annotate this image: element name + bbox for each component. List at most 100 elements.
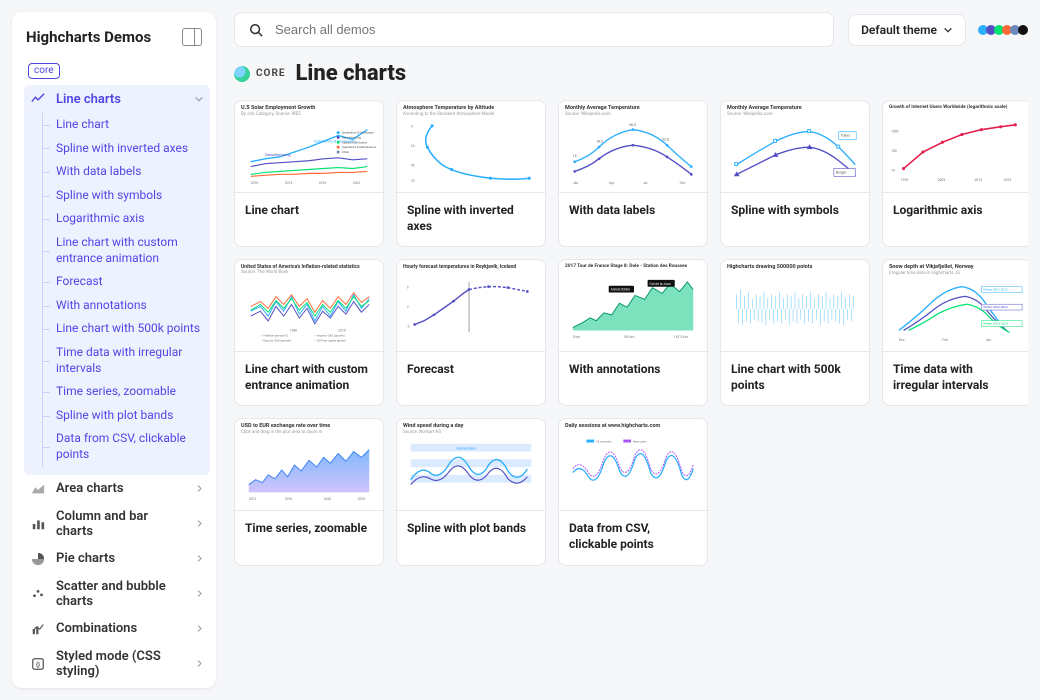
pie-chart-icon bbox=[30, 551, 46, 567]
sidebar-item-line-chart[interactable]: Line chart bbox=[24, 113, 210, 137]
card-thumb: USD to EUR exchange rate over time Click… bbox=[235, 419, 383, 511]
sidebar-category-area-charts[interactable]: Area charts bbox=[24, 475, 210, 503]
chevron-down-icon bbox=[194, 94, 204, 104]
card-500k[interactable]: Highcharts drawing 500000 points Line ch… bbox=[720, 259, 870, 406]
svg-text:Installation & Developers: Installation & Developers bbox=[342, 131, 374, 135]
sidebar-item-plot-bands[interactable]: Spline with plot bands bbox=[24, 404, 210, 428]
svg-text:Tokyo: Tokyo bbox=[841, 133, 850, 137]
card-label: Spline with symbols bbox=[721, 193, 869, 237]
sidebar-category-label: Pie charts bbox=[56, 551, 115, 566]
card-thumb: Hourly forecast temperatures in Reykjaví… bbox=[397, 260, 545, 352]
card-label: Forecast bbox=[397, 352, 545, 396]
sidebar-item-data-labels[interactable]: With data labels bbox=[24, 160, 210, 184]
svg-text:Apr: Apr bbox=[609, 181, 615, 185]
card-label: Line chart with custom entrance animatio… bbox=[235, 352, 383, 405]
card-thumb: 2017 Tour de France Stage 8: Dole - Stat… bbox=[559, 260, 707, 352]
svg-text:2020: 2020 bbox=[324, 497, 332, 501]
card-thumb: United States of America's Inflation-rel… bbox=[235, 260, 383, 352]
chevron-right-icon bbox=[195, 554, 204, 563]
card-label: Logarithmic axis bbox=[883, 193, 1028, 237]
sidebar-category-scatter[interactable]: Scatter and bubble charts bbox=[24, 573, 210, 615]
card-spline-inverted[interactable]: Atmosphere Temperature by Altitude Accor… bbox=[396, 100, 546, 247]
sidebar: Highcharts Demos core Line charts Line c… bbox=[12, 12, 216, 688]
sidebar-item-500k[interactable]: Line chart with 500k points bbox=[24, 317, 210, 341]
sidebar-category-pie[interactable]: Pie charts bbox=[24, 545, 210, 573]
sidebar-item-forecast[interactable]: Forecast bbox=[24, 270, 210, 294]
palette-swatch[interactable] bbox=[1018, 25, 1028, 35]
svg-text:26.5: 26.5 bbox=[629, 123, 636, 127]
svg-text:Winter 2022-2023: Winter 2022-2023 bbox=[983, 305, 1008, 309]
svg-text:100 km: 100 km bbox=[623, 335, 634, 339]
search-box[interactable] bbox=[234, 12, 834, 47]
card-irregular[interactable]: Snow depth at Vikjafjellet, Norway Irreg… bbox=[882, 259, 1028, 406]
card-label: Data from CSV, clickable points bbox=[559, 511, 707, 564]
svg-text:Hestavollane: Hestavollane bbox=[456, 447, 476, 451]
svg-text:50: 50 bbox=[411, 164, 415, 168]
svg-text:Sales & Distribution: Sales & Distribution bbox=[342, 140, 368, 144]
svg-text:16: 16 bbox=[573, 154, 577, 158]
sidebar-category-line-charts[interactable]: Line charts bbox=[24, 85, 210, 113]
chevron-right-icon bbox=[195, 589, 204, 598]
svg-text:2016: 2016 bbox=[285, 497, 293, 501]
card-spline-symbols[interactable]: Monthly Average Temperature Source: Wiki… bbox=[720, 100, 870, 247]
sidebar-category-accessibility[interactable]: Accessibility bbox=[24, 685, 210, 689]
svg-text:2014: 2014 bbox=[285, 181, 293, 185]
sidebar-item-csv[interactable]: Data from CSV, clickable points bbox=[24, 427, 210, 466]
card-label: Line chart with 500k points bbox=[721, 352, 869, 405]
sidebar-tag-core[interactable]: core bbox=[28, 63, 60, 79]
svg-text:Jul: Jul bbox=[643, 181, 648, 185]
card-entrance-anim[interactable]: United States of America's Inflation-rel… bbox=[234, 259, 384, 406]
svg-text:-2: -2 bbox=[407, 325, 410, 329]
card-csv[interactable]: Daily sessions at www.highcharts.com All… bbox=[558, 418, 708, 565]
page-title: Line charts bbox=[295, 61, 406, 86]
search-icon bbox=[249, 23, 263, 37]
card-annotations[interactable]: 2017 Tour de France Stage 8: Dole - Stat… bbox=[558, 259, 708, 406]
sidebar-category-label: Area charts bbox=[56, 481, 124, 496]
page-heading: CORE Line charts bbox=[234, 61, 1028, 86]
sidebar-item-entrance-anim[interactable]: Line chart with custom entrance animatio… bbox=[24, 231, 210, 270]
sidebar-item-spline-inverted[interactable]: Spline with inverted axes bbox=[24, 137, 210, 161]
chevron-down-icon bbox=[943, 25, 953, 35]
card-plot-bands[interactable]: Wind speed during a day Source: Norkart … bbox=[396, 418, 546, 565]
chevron-right-icon bbox=[195, 484, 204, 493]
sidebar-scroll[interactable]: core Line charts Line chart Spline with … bbox=[12, 58, 216, 688]
svg-text:2025: 2025 bbox=[358, 497, 366, 501]
sidebar-item-spline-symbols[interactable]: Spline with symbols bbox=[24, 184, 210, 208]
card-logarithmic[interactable]: Growth of Internet Users Worldwide (loga… bbox=[882, 100, 1028, 247]
card-data-labels[interactable]: Monthly Average Temperature Source: Wiki… bbox=[558, 100, 708, 247]
main: Default theme CORE Line charts U.S Solar… bbox=[234, 12, 1028, 688]
svg-text:18.2: 18.2 bbox=[596, 139, 603, 143]
card-label: Spline with plot bands bbox=[397, 511, 545, 555]
svg-text:Jan: Jan bbox=[573, 181, 579, 185]
svg-text:100: 100 bbox=[891, 149, 897, 153]
chevron-right-icon bbox=[195, 624, 204, 633]
demo-grid[interactable]: U.S Solar Employment Growth By Job Categ… bbox=[234, 100, 1028, 578]
combinations-icon bbox=[30, 621, 46, 637]
theme-select[interactable]: Default theme bbox=[848, 14, 966, 46]
card-thumb: Atmosphere Temperature by Altitude Accor… bbox=[397, 101, 545, 193]
sidebar-sub-list: Line chart Spline with inverted axes Wit… bbox=[24, 109, 210, 475]
sidebar-item-zoomable[interactable]: Time series, zoomable bbox=[24, 380, 210, 404]
sidebar-category-styled[interactable]: {} Styled mode (CSS styling) bbox=[24, 643, 210, 685]
svg-text:Operations & Maintenance: Operations & Maintenance bbox=[342, 145, 377, 149]
card-line-chart[interactable]: U.S Solar Employment Growth By Job Categ… bbox=[234, 100, 384, 247]
svg-text:2: 2 bbox=[407, 305, 409, 309]
sidebar-category-combinations[interactable]: Combinations bbox=[24, 615, 210, 643]
svg-text:Apr: Apr bbox=[986, 338, 992, 342]
sidebar-category-column-bar[interactable]: Column and bar charts bbox=[24, 503, 210, 545]
card-forecast[interactable]: Hourly forecast temperatures in Reykjaví… bbox=[396, 259, 546, 406]
collapse-sidebar-button[interactable] bbox=[182, 28, 202, 46]
svg-text:Col de la Joux: Col de la Joux bbox=[650, 282, 672, 286]
svg-text:Feb: Feb bbox=[942, 338, 948, 342]
sidebar-category-label: Column and bar charts bbox=[56, 509, 185, 539]
svg-text:1000: 1000 bbox=[891, 129, 899, 133]
svg-text:75: 75 bbox=[411, 179, 415, 183]
search-input[interactable] bbox=[273, 21, 819, 38]
sidebar-item-annotations[interactable]: With annotations bbox=[24, 294, 210, 318]
styled-mode-icon: {} bbox=[30, 656, 46, 672]
sidebar-item-log-axis[interactable]: Logarithmic axis bbox=[24, 207, 210, 231]
sidebar-item-irregular[interactable]: Time data with irregular intervals bbox=[24, 341, 210, 380]
card-zoomable[interactable]: USD to EUR exchange rate over time Click… bbox=[234, 418, 384, 565]
svg-text:10: 10 bbox=[891, 168, 895, 172]
core-badge: CORE bbox=[234, 66, 285, 82]
